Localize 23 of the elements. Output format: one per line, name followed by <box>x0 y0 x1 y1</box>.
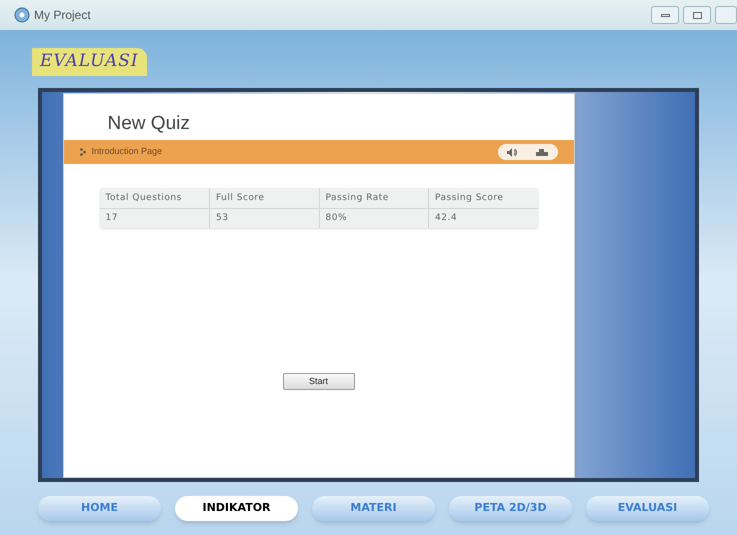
start-button[interactable]: Start <box>282 373 354 390</box>
nav-button[interactable]: PETA 2D/3D <box>449 496 572 521</box>
column-header: Total Questions <box>100 188 209 208</box>
speaker-icon[interactable] <box>507 148 517 156</box>
section-label: EVALUASI <box>32 48 147 76</box>
app-icon <box>14 7 30 23</box>
column-header: Passing Score <box>428 188 538 208</box>
nav-button[interactable]: EVALUASI <box>586 496 709 521</box>
nav-button[interactable]: INDIKATOR <box>175 496 298 521</box>
column-header: Passing Rate <box>318 188 428 208</box>
minimize-button[interactable] <box>651 6 679 24</box>
table-cell: 80% <box>318 208 428 228</box>
column-header: Full Score <box>209 188 318 208</box>
quiz-title: New Quiz <box>108 112 190 136</box>
window-title: My Project <box>34 7 91 24</box>
nav-button[interactable]: MATERI <box>312 496 435 521</box>
page-title: Introduction Page <box>92 145 162 158</box>
table-cell: 42.4 <box>428 208 538 228</box>
maximize-button[interactable] <box>683 6 711 24</box>
bullet-icon <box>80 148 86 156</box>
table-cell-text: 17 <box>104 212 119 224</box>
table-cell: 53 <box>209 208 318 228</box>
nav-button[interactable]: HOME <box>38 496 161 521</box>
